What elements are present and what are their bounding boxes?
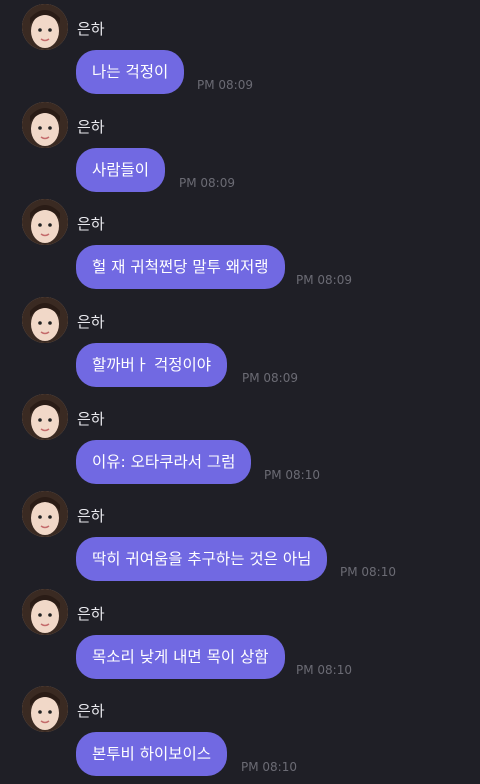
sender-name: 은하 [77,605,105,623]
chat-message: 은하 목소리 낮게 내면 목이 상함 PM 08:10 [0,589,480,687]
message-timestamp: PM 08:10 [264,468,320,482]
message-timestamp: PM 08:10 [241,760,297,774]
chat-message: 은하 본투비 하이보이스 PM 08:10 [0,686,480,784]
avatar[interactable] [22,4,68,50]
chat-message: 은하 나는 걱정이 PM 08:09 [0,4,480,102]
avatar[interactable] [22,491,68,537]
message-bubble[interactable]: 할까버ㅏ 걱정이야 [76,343,228,387]
chat-message-list: 은하 나는 걱정이 PM 08:09 은하 사람들이 PM 08:09 은하 헐… [0,0,480,784]
message-timestamp: PM 08:09 [179,176,235,190]
message-bubble[interactable]: 딱히 귀여움을 추구하는 것은 아님 [76,537,328,581]
sender-name: 은하 [77,215,105,233]
sender-name: 은하 [77,702,105,720]
chat-message: 은하 이유: 오타쿠라서 그럼 PM 08:10 [0,394,480,492]
chat-message: 은하 할까버ㅏ 걱정이야 PM 08:09 [0,297,480,395]
sender-name: 은하 [77,20,105,38]
sender-name: 은하 [77,507,105,525]
message-timestamp: PM 08:09 [296,273,352,287]
sender-name: 은하 [77,410,105,428]
message-bubble[interactable]: 나는 걱정이 [76,50,185,94]
message-bubble[interactable]: 이유: 오타쿠라서 그럼 [76,440,252,484]
avatar[interactable] [22,394,68,440]
message-timestamp: PM 08:10 [296,663,352,677]
message-bubble[interactable]: 목소리 낮게 내면 목이 상함 [76,635,285,679]
message-timestamp: PM 08:10 [340,565,396,579]
message-bubble[interactable]: 본투비 하이보이스 [76,732,228,776]
message-bubble[interactable]: 헐 재 귀척쩐당 말투 왜저랭 [76,245,285,289]
message-timestamp: PM 08:09 [197,78,253,92]
message-timestamp: PM 08:09 [242,371,298,385]
message-bubble[interactable]: 사람들이 [76,148,166,192]
avatar[interactable] [22,199,68,245]
avatar[interactable] [22,102,68,148]
avatar[interactable] [22,686,68,732]
chat-message: 은하 헐 재 귀척쩐당 말투 왜저랭 PM 08:09 [0,199,480,297]
sender-name: 은하 [77,118,105,136]
chat-message: 은하 사람들이 PM 08:09 [0,102,480,200]
chat-message: 은하 딱히 귀여움을 추구하는 것은 아님 PM 08:10 [0,491,480,589]
avatar[interactable] [22,297,68,343]
sender-name: 은하 [77,313,105,331]
avatar[interactable] [22,589,68,635]
